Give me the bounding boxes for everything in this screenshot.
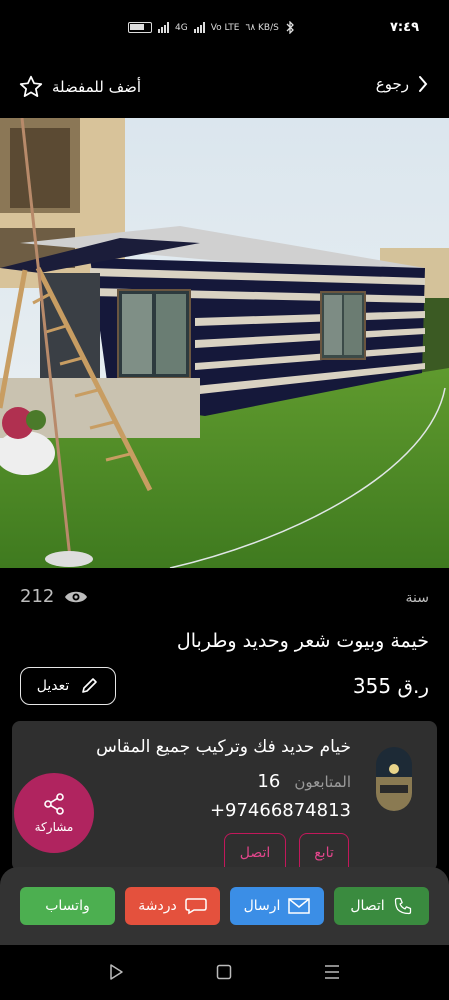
star-icon: [19, 75, 43, 97]
whatsapp-button[interactable]: واتساب: [20, 887, 115, 925]
nav-menu-icon[interactable]: [324, 964, 340, 980]
envelope-icon: [288, 898, 311, 914]
nav-back-icon[interactable]: [108, 963, 124, 981]
edit-label: تعديل: [36, 678, 70, 694]
signal-icon-2: [193, 22, 205, 33]
back-button[interactable]: رجوع: [376, 74, 429, 94]
chat-label: دردشة: [138, 898, 177, 914]
pencil-icon: [82, 678, 98, 693]
status-icons: 4G Vo LTE ٦٨ KB/S: [128, 21, 295, 34]
views-count: 212: [20, 586, 55, 607]
nav-home-icon[interactable]: [216, 964, 232, 980]
phone-icon: [394, 897, 411, 915]
bluetooth-icon: [286, 21, 294, 34]
chat-button[interactable]: دردشة: [125, 887, 220, 925]
network-type: 4G: [175, 22, 188, 33]
followers-label: المتابعون: [294, 773, 351, 791]
eye-icon: [65, 591, 88, 602]
share-button[interactable]: مشاركة: [14, 773, 94, 853]
followers-info: 16 المتابعون: [257, 771, 351, 792]
edit-button[interactable]: تعديل: [20, 667, 116, 705]
share-icon: [44, 793, 64, 815]
volte-indicator: Vo LTE: [210, 22, 240, 33]
add-favorite-label: أضف للمفضلة: [52, 78, 142, 96]
send-button[interactable]: ارسال: [230, 887, 324, 925]
contact-seller-button[interactable]: اتصل: [224, 833, 286, 871]
listing-meta: 212 سنة: [20, 586, 429, 612]
status-bar: 4G Vo LTE ٦٨ KB/S ٧:٤٩: [0, 0, 449, 58]
system-nav-bar: [0, 945, 449, 1000]
action-bar: واتساب دردشة ارسال اتصال: [0, 867, 449, 945]
views-counter: 212: [20, 586, 88, 607]
back-label: رجوع: [375, 75, 409, 93]
tent-photo-illustration: [0, 118, 449, 568]
seller-phone[interactable]: +97466874813: [210, 800, 351, 821]
call-button[interactable]: اتصال: [334, 887, 429, 925]
status-time: ٧:٤٩: [390, 20, 420, 35]
add-favorite-button[interactable]: أضف للمفضلة: [18, 74, 141, 100]
listing-photo[interactable]: [0, 118, 449, 568]
battery-icon: [128, 22, 152, 33]
seller-avatar[interactable]: [376, 747, 412, 811]
send-label: ارسال: [243, 898, 281, 914]
year-label: سنة: [405, 590, 429, 606]
whatsapp-label: واتساب: [45, 898, 90, 914]
listing-price: 355 ر.ق: [352, 674, 429, 698]
network-speed: ٦٨ KB/S: [245, 22, 279, 33]
call-label: اتصال: [350, 898, 385, 914]
top-bar: أضف للمفضلة رجوع: [0, 58, 449, 118]
follow-button[interactable]: تابع: [299, 833, 349, 871]
listing-title: خيمة وبيوت شعر وحديد وطربال: [176, 630, 429, 652]
share-label: مشاركة: [34, 820, 74, 834]
followers-count: 16: [257, 771, 281, 792]
signal-icon: [158, 22, 169, 33]
chat-bubble-icon: [184, 898, 207, 915]
seller-name[interactable]: خيام حديد فك وتركيب جميع المقاس: [96, 737, 351, 757]
chevron-right-icon: [419, 76, 428, 92]
